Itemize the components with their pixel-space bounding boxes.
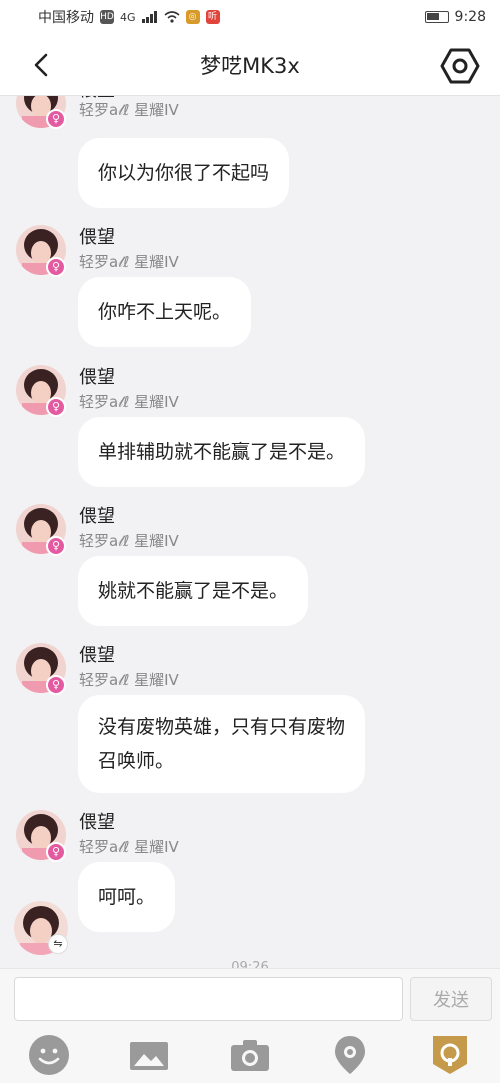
sender-name[interactable]: 偎望 xyxy=(79,502,115,528)
message-timestamp: 09:26 xyxy=(231,960,269,968)
input-bar: 发送 xyxy=(0,968,500,1028)
image-icon[interactable] xyxy=(128,1034,170,1076)
camera-icon[interactable] xyxy=(229,1034,271,1076)
carrier-label: 中国移动 xyxy=(38,10,94,26)
female-icon: ♀ xyxy=(46,109,66,129)
app-notification-icon: ◎ xyxy=(185,10,200,24)
toolbar xyxy=(0,1028,500,1083)
sender-name[interactable]: 偎望 xyxy=(79,363,115,389)
female-icon: ♀ xyxy=(46,675,66,695)
music-notification-icon: 听 xyxy=(205,10,220,24)
send-button[interactable]: 发送 xyxy=(410,977,492,1021)
message-line: 召唤师。 xyxy=(98,750,175,772)
switch-icon[interactable]: ⇋ xyxy=(48,934,68,954)
sender-meta: 轻罗a𝓁ℓ 星耀IV xyxy=(79,101,179,119)
sender-meta: 轻罗a𝓁ℓ 星耀IV xyxy=(79,253,179,271)
page-title: 梦呓MK3x xyxy=(200,53,300,78)
sender-name[interactable]: 偎望 xyxy=(79,808,115,834)
status-left: 中国移动 HD 4G ◎ 听 xyxy=(38,7,220,27)
signal-icon xyxy=(141,11,157,23)
message-bubble[interactable]: 你以为你很了不起吗 xyxy=(78,138,290,208)
sender-name[interactable]: 偎望 xyxy=(79,641,115,667)
status-right: 9:28 xyxy=(424,9,486,25)
nav-bar: 梦呓MK3x xyxy=(0,34,500,96)
female-icon: ♀ xyxy=(46,536,66,556)
message-bubble[interactable]: 单排辅助就不能赢了是不是。 xyxy=(78,417,366,487)
settings-icon[interactable] xyxy=(440,46,480,86)
sender-meta: 轻罗a𝓁ℓ 星耀IV xyxy=(79,532,179,550)
chat-area[interactable]: ♀ 偎望 轻罗a𝓁ℓ 星耀IV 你以为你很了不起吗 ♀ 偎望 轻罗a𝓁ℓ 星耀I… xyxy=(0,96,500,968)
female-icon: ♀ xyxy=(46,842,66,862)
message-bubble[interactable]: 呵呵。 xyxy=(78,862,176,932)
female-icon: ♀ xyxy=(46,257,66,277)
sender-meta: 轻罗a𝓁ℓ 星耀IV xyxy=(79,838,179,856)
status-time: 9:28 xyxy=(454,9,486,25)
wifi-icon xyxy=(164,11,180,23)
location-icon[interactable] xyxy=(329,1034,371,1076)
message-bubble[interactable]: 姚就不能赢了是不是。 xyxy=(78,556,309,626)
sender-meta: 轻罗a𝓁ℓ 星耀IV xyxy=(79,671,179,689)
message-bubble[interactable]: 你咋不上天呢。 xyxy=(78,277,252,347)
hd-icon: HD xyxy=(100,10,114,24)
network-label: 4G xyxy=(120,10,136,24)
emoji-icon[interactable] xyxy=(28,1034,70,1076)
sender-meta: 轻罗a𝓁ℓ 星耀IV xyxy=(79,393,179,411)
game-icon[interactable] xyxy=(429,1034,471,1076)
back-icon[interactable] xyxy=(28,50,56,80)
sender-name[interactable]: 偎望 xyxy=(79,223,115,249)
status-bar: 中国移动 HD 4G ◎ 听 9:28 xyxy=(0,0,500,34)
battery-icon xyxy=(424,11,449,23)
message-input[interactable] xyxy=(14,977,403,1021)
female-icon: ♀ xyxy=(46,397,66,417)
message-bubble[interactable]: 没有废物英雄，只有只有废物 召唤师。 xyxy=(78,695,366,793)
message-line: 没有废物英雄，只有只有废物 xyxy=(98,716,346,738)
